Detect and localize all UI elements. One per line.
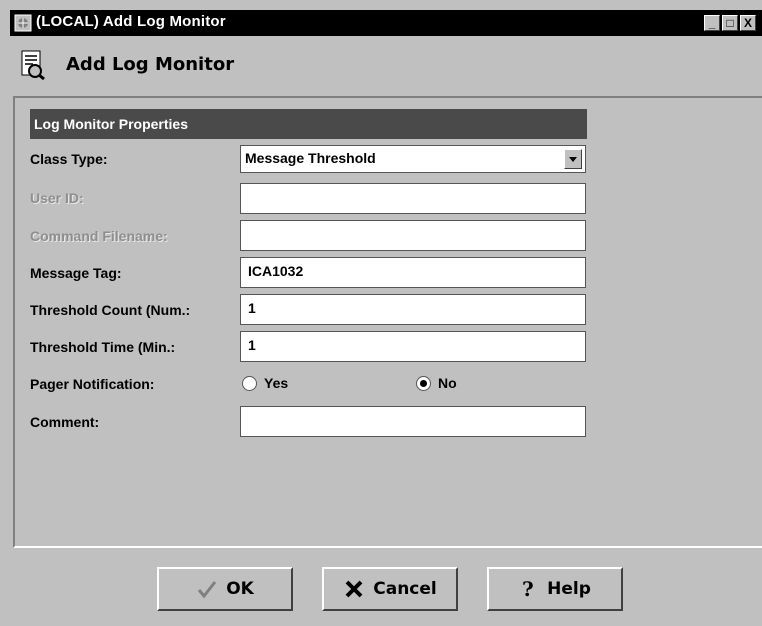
checkmark-icon xyxy=(198,581,217,599)
radio-unchecked-icon xyxy=(242,375,257,391)
user-id-label: User ID: xyxy=(30,190,84,206)
pager-notification-label: Pager Notification: xyxy=(30,376,155,392)
help-label: Help xyxy=(547,579,591,599)
threshold-time-field[interactable]: 1 xyxy=(240,331,586,362)
comment-label: Comment: xyxy=(30,414,100,430)
app-icon xyxy=(14,14,32,32)
dialog-title: Add Log Monitor xyxy=(66,54,235,75)
add-log-monitor-window: (LOCAL) Add Log Monitor _ □ X Add Log Mo… xyxy=(0,0,762,626)
cancel-button[interactable]: Cancel xyxy=(322,567,458,611)
question-mark-icon: ? xyxy=(522,578,534,600)
radio-checked-icon xyxy=(416,375,431,391)
chevron-down-icon[interactable] xyxy=(564,149,582,169)
close-button[interactable]: X xyxy=(740,15,756,31)
pager-yes-radio[interactable]: Yes xyxy=(242,375,288,391)
threshold-time-label: Threshold Time (Min.: xyxy=(30,339,176,355)
maximize-button[interactable]: □ xyxy=(722,15,738,31)
minimize-button[interactable]: _ xyxy=(704,15,720,31)
cancel-label: Cancel xyxy=(373,579,437,599)
log-document-icon xyxy=(21,50,45,80)
threshold-count-label: Threshold Count (Num.: xyxy=(30,302,191,318)
pager-yes-label: Yes xyxy=(264,375,289,391)
comment-field[interactable] xyxy=(240,406,586,437)
message-tag-field[interactable]: ICA1032 xyxy=(240,257,586,288)
window-title: (LOCAL) Add Log Monitor xyxy=(36,13,226,30)
pager-no-label: No xyxy=(438,375,457,391)
ok-label: OK xyxy=(226,579,254,599)
command-filename-label: Command Filename: xyxy=(30,228,168,244)
threshold-count-field[interactable]: 1 xyxy=(240,294,586,325)
group-title: Log Monitor Properties xyxy=(30,109,587,139)
x-icon xyxy=(345,580,363,598)
ok-button[interactable]: OK xyxy=(157,567,293,611)
user-id-field[interactable] xyxy=(240,183,586,214)
svg-text:?: ? xyxy=(522,578,534,600)
message-tag-label: Message Tag: xyxy=(30,265,122,281)
class-type-value: Message Threshold xyxy=(245,150,376,166)
pager-no-radio[interactable]: No xyxy=(416,375,457,391)
dialog-header: Add Log Monitor xyxy=(10,36,762,94)
class-type-select[interactable]: Message Threshold xyxy=(240,145,586,173)
class-type-label: Class Type: xyxy=(30,151,108,167)
help-button[interactable]: ? Help xyxy=(487,567,623,611)
command-filename-field[interactable] xyxy=(240,220,586,251)
title-bar[interactable]: (LOCAL) Add Log Monitor _ □ X xyxy=(10,10,762,36)
